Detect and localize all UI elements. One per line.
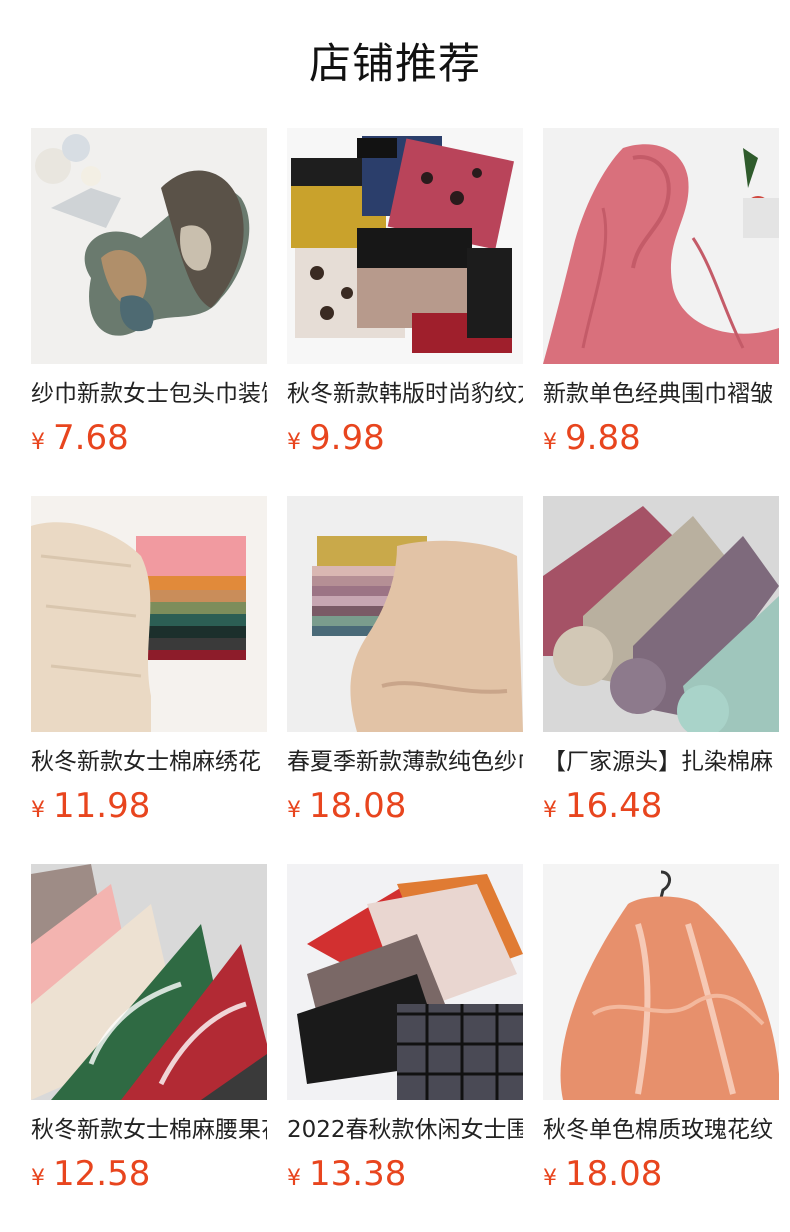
product-price: ¥13.38: [287, 1152, 406, 1196]
product-name[interactable]: 秋冬新款女士棉麻腰果花: [31, 1114, 267, 1146]
currency-symbol: ¥: [543, 1166, 557, 1191]
page-title: 店铺推荐: [308, 39, 481, 88]
price-value: 16.48: [565, 786, 663, 826]
product-price: ¥18.08: [287, 784, 406, 828]
product-price: ¥7.68: [31, 416, 129, 460]
scarf-embroidered-photo-icon[interactable]: [31, 496, 267, 732]
currency-symbol: ¥: [287, 798, 301, 823]
product-name[interactable]: 【厂家源头】扎染棉麻: [543, 746, 779, 778]
product-price: ¥12.58: [31, 1152, 150, 1196]
product-name[interactable]: 秋冬新款女士棉麻绣花: [31, 746, 267, 778]
scarf-orange-photo-icon[interactable]: [543, 864, 779, 1100]
product-price: ¥9.98: [287, 416, 385, 460]
product-name[interactable]: 新款单色经典围巾褶皱: [543, 378, 779, 410]
product-price: ¥16.48: [543, 784, 662, 828]
scarf-beige-photo-icon[interactable]: [287, 496, 523, 732]
currency-symbol: ¥: [31, 430, 45, 455]
scarf-leopard-photo-icon[interactable]: [287, 128, 523, 364]
scarf-rolled-lace-photo-icon[interactable]: [543, 496, 779, 732]
product-price: ¥9.88: [543, 416, 641, 460]
currency-symbol: ¥: [543, 798, 557, 823]
scarf-paisley-photo-icon[interactable]: [31, 864, 267, 1100]
currency-symbol: ¥: [287, 1166, 301, 1191]
currency-symbol: ¥: [287, 430, 301, 455]
scarf-floral-photo-icon[interactable]: [31, 128, 267, 364]
currency-symbol: ¥: [543, 430, 557, 455]
currency-symbol: ¥: [31, 798, 45, 823]
currency-symbol: ¥: [31, 1166, 45, 1191]
scarf-stack-photo-icon[interactable]: [287, 864, 523, 1100]
product-name[interactable]: 秋冬单色棉质玫瑰花纹: [543, 1114, 779, 1146]
product-price: ¥18.08: [543, 1152, 662, 1196]
price-value: 12.58: [53, 1154, 151, 1194]
product-name[interactable]: 2022春秋款休闲女士围巾: [287, 1114, 523, 1146]
product-name[interactable]: 秋冬新款韩版时尚豹纹方巾: [287, 378, 523, 410]
price-value: 9.88: [565, 418, 641, 458]
product-name[interactable]: 纱巾新款女士包头巾装饰: [31, 378, 267, 410]
product-price: ¥11.98: [31, 784, 150, 828]
price-value: 18.08: [565, 1154, 663, 1194]
scarf-pink-photo-icon[interactable]: [543, 128, 779, 364]
price-value: 9.98: [309, 418, 385, 458]
product-name[interactable]: 春夏季新款薄款纯色纱巾: [287, 746, 523, 778]
price-value: 7.68: [53, 418, 129, 458]
price-value: 18.08: [309, 786, 407, 826]
price-value: 13.38: [309, 1154, 407, 1194]
price-value: 11.98: [53, 786, 151, 826]
